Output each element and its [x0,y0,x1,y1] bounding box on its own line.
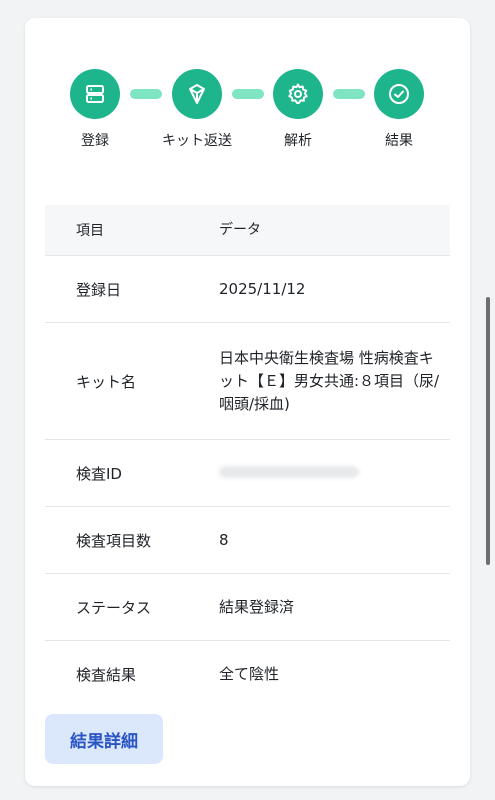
server-icon [86,85,104,103]
table-row: 登録日 2025/11/12 [45,256,450,323]
table-row: ステータス 結果登録済 [45,574,450,641]
gear-icon [288,83,308,104]
table-row: 検査項目数 8 [45,507,450,574]
step-return-kit [172,69,222,119]
step-result [374,69,424,119]
step-connector [333,89,365,99]
row-label: ステータス [76,598,152,617]
progress-stepper: 登録 キット返送 解析 結果 [25,18,470,178]
row-label: キット名 [76,372,137,391]
result-table: 項目 データ 登録日 2025/11/12 キット名 日本中央衛生検査場 性病検… [45,205,450,707]
table-header: 項目 データ [45,205,450,256]
table-row: キット名 日本中央衛生検査場 性病検査キット【Ｅ】男女共通:８項目（尿/咽頭/採… [45,323,450,440]
table-row: 検査ID [45,440,450,507]
row-value: 2025/11/12 [219,279,306,298]
check-circle-icon [389,84,409,104]
result-detail-button[interactable]: 結果詳細 [45,714,163,764]
step-connector [232,89,264,99]
row-label: 検査ID [76,464,122,483]
shield-icon [189,84,205,104]
row-label: 登録日 [76,280,122,299]
redacted-test-id [219,465,359,478]
row-label: 検査項目数 [76,531,152,550]
test-status-card: 登録 キット返送 解析 結果 項目 データ 登録日 2025/11/12 キット… [25,18,470,786]
step-label-register: 登録 [81,133,109,149]
row-value: 全て陰性 [219,664,280,683]
step-connector [130,89,162,99]
row-label: 検査結果 [76,665,137,684]
row-value: 結果登録済 [219,597,295,616]
table-row: 検査結果 全て陰性 [45,641,450,707]
step-label-return-kit: キット返送 [162,133,232,149]
step-register [70,69,120,119]
column-header-data: データ [219,221,261,238]
step-label-analysis: 解析 [284,133,312,149]
row-value: 8 [219,530,229,549]
row-value [219,462,450,485]
step-label-result: 結果 [385,133,413,149]
scrollbar-thumb[interactable] [486,297,490,565]
row-value: 日本中央衛生検査場 性病検査キット【Ｅ】男女共通:８項目（尿/咽頭/採血) [219,348,440,413]
column-header-item: 項目 [76,223,104,239]
step-analysis [273,69,323,119]
